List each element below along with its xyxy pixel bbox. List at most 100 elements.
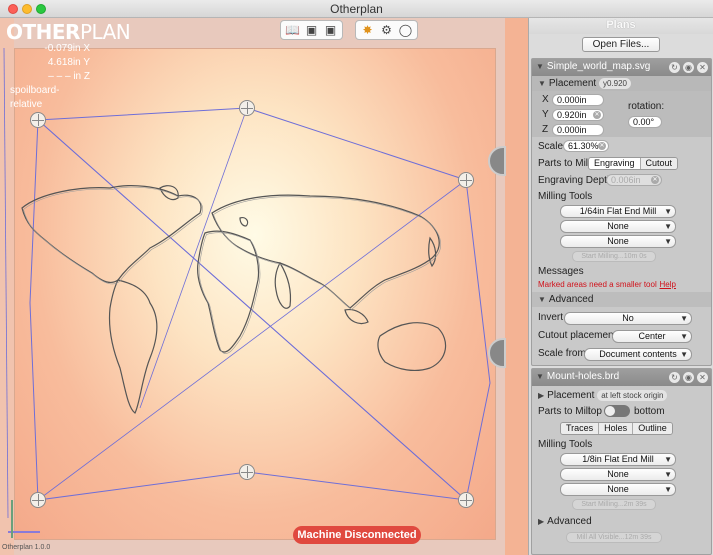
selection-diagonal-b	[37, 179, 467, 501]
milling-tools-label: Milling Tools	[538, 191, 593, 202]
scale-input[interactable]: 61.30% ✕	[563, 140, 609, 152]
anchor-handle-top-left[interactable]	[30, 112, 46, 128]
chevron-down-icon: ▼	[680, 350, 688, 359]
advanced-section[interactable]: ▼ Advanced	[532, 292, 711, 307]
tool-selects: 1/64in Flat End Mill ▼ None ▼ None ▼	[532, 204, 711, 250]
parts-row: Parts to Mill Engraving Cutout	[532, 156, 711, 171]
parts-selector[interactable]: Traces Holes Outline	[560, 422, 673, 435]
parts-option-traces[interactable]: Traces	[561, 423, 600, 434]
toolbar-group-secondary: ✸ ⚙ ◯	[355, 20, 418, 40]
invert-select[interactable]: No ▼	[564, 312, 692, 325]
help-link[interactable]: Help	[660, 280, 676, 289]
plan-header[interactable]: ▼ Simple_world_map.svg ↻ ◉ ✕	[532, 59, 711, 76]
tool-selects: 1/8in Flat End Mill ▼ None ▼ None ▼	[532, 452, 711, 498]
parts-selector[interactable]: Engraving Cutout	[588, 157, 679, 170]
refresh-icon[interactable]: ↻	[669, 62, 680, 73]
tool-select-2[interactable]: None ▼	[560, 220, 676, 233]
chevron-down-icon: ▼	[680, 332, 688, 341]
eye-icon[interactable]: ◉	[683, 372, 694, 383]
expand-triangle-icon: ▼	[538, 295, 546, 304]
start-row: Start Milling...2m 39s	[532, 498, 711, 514]
chevron-down-icon: ▼	[664, 485, 672, 494]
engraving-depth-input[interactable]: 0.006in ✕	[606, 174, 662, 186]
milling-canvas[interactable]: OTHERPLAN -0.079in X 4.618in Y – – – in …	[0, 18, 528, 555]
open-book-icon[interactable]: 📖	[285, 23, 300, 38]
tool-select-3[interactable]: None ▼	[560, 235, 676, 248]
start-milling-button[interactable]: Start Milling...2m 39s	[572, 499, 656, 510]
bit-icon[interactable]: ✸	[360, 23, 375, 38]
clear-icon[interactable]: ✕	[651, 176, 659, 184]
placement-section[interactable]: ▼ Placement y0.920	[532, 76, 711, 91]
advanced-fields: Invert No ▼ Cutout placement Center ▼ Scal…	[532, 307, 711, 361]
palette-icon[interactable]: ◯	[398, 23, 413, 38]
readout-z: – – – in Z	[48, 71, 90, 82]
tools-icon[interactable]: ⚙	[379, 23, 394, 38]
cart-icon[interactable]: ▣	[304, 23, 319, 38]
anchor-handle-bottom-right[interactable]	[458, 492, 474, 508]
placement-badge: at left stock origin	[597, 390, 668, 401]
rotation-input[interactable]: 0.00°	[628, 116, 662, 128]
advanced-section[interactable]: ▶ Advanced	[532, 514, 711, 529]
chevron-down-icon: ▼	[664, 237, 672, 246]
box-icon[interactable]: ▣	[323, 23, 338, 38]
clear-icon[interactable]: ✕	[598, 142, 606, 150]
cutout-placement-select[interactable]: Center ▼	[612, 330, 692, 343]
clear-icon[interactable]: ✕	[593, 111, 601, 119]
side-toggle[interactable]	[604, 405, 630, 417]
mill-all-row: Mill All Visible...12m 39s	[532, 529, 711, 545]
messages-label: Messages	[538, 266, 584, 277]
parts-option-cutout[interactable]: Cutout	[640, 158, 678, 169]
machine-status-badge[interactable]: Machine Disconnected	[293, 526, 421, 544]
plan-header[interactable]: ▼ Mount-holes.brd ↻ ◉ ✕	[532, 369, 711, 386]
expand-triangle-icon: ▶	[538, 391, 545, 400]
world-map-engraving	[21, 185, 447, 414]
window-title: Otherplan	[330, 2, 383, 16]
placement-row[interactable]: ▶ Placement at left stock origin	[532, 388, 711, 403]
chevron-down-icon: ▼	[664, 455, 672, 464]
start-row: Start Milling...10m 0s	[532, 250, 711, 264]
tool-select-1[interactable]: 1/8in Flat End Mill ▼	[560, 453, 676, 466]
tool-select-2[interactable]: None ▼	[560, 468, 676, 481]
anchor-handle-bottom[interactable]	[239, 464, 255, 480]
open-files-button[interactable]: Open Files...	[582, 37, 660, 52]
mill-all-visible-button[interactable]: Mill All Visible...12m 39s	[566, 532, 662, 543]
parts-row: Traces Holes Outline	[532, 419, 711, 437]
x-input[interactable]: 0.000in	[552, 94, 604, 106]
scale-row: Scale 61.30% ✕	[532, 139, 711, 154]
collapse-triangle-icon[interactable]: ▼	[536, 59, 544, 75]
tool-select-1[interactable]: 1/64in Flat End Mill ▼	[560, 205, 676, 218]
expand-triangle-icon: ▶	[538, 517, 545, 526]
placement-fields: X 0.000in Y 0.920in ✕ Z 0.000in rotation:…	[532, 91, 711, 137]
refresh-icon[interactable]: ↻	[669, 372, 680, 383]
parts-option-outline[interactable]: Outline	[633, 423, 672, 434]
anchor-handle-top[interactable]	[239, 100, 255, 116]
placement-badge: y0.920	[598, 78, 631, 89]
plan-card-mount-holes: ▼ Mount-holes.brd ↻ ◉ ✕ ▶ Placement at lef…	[531, 368, 712, 555]
position-readout: -0.079in X 4.618in Y – – – in Z spoilboa…	[10, 42, 90, 112]
chevron-down-icon: ▼	[664, 207, 672, 216]
message-row: Marked areas need a smaller tool Help	[532, 279, 711, 290]
close-icon[interactable]: ✕	[697, 62, 708, 73]
toolbar-group-primary: 📖 ▣ ▣	[280, 20, 343, 40]
view-toolbar: 📖 ▣ ▣ ✸ ⚙ ◯	[280, 20, 418, 40]
anchor-handle-bottom-left[interactable]	[30, 492, 46, 508]
parts-option-engraving[interactable]: Engraving	[589, 158, 641, 169]
version-label: Otherplan 1.0.0	[2, 544, 51, 551]
collapse-triangle-icon[interactable]: ▼	[536, 369, 544, 385]
tool-select-3[interactable]: None ▼	[560, 483, 676, 496]
cutout-placement-label: Cutout placement	[538, 330, 617, 341]
world-map-engraving-inner	[23, 186, 441, 354]
expand-triangle-icon: ▼	[538, 79, 546, 88]
anchor-handle-top-right[interactable]	[458, 172, 474, 188]
plan-file-name: Simple_world_map.svg	[546, 61, 651, 72]
parts-option-holes[interactable]: Holes	[599, 423, 634, 434]
scale-from-select[interactable]: Document contents ▼	[584, 348, 692, 361]
chevron-down-icon: ▼	[680, 314, 688, 323]
eye-icon[interactable]: ◉	[683, 62, 694, 73]
close-icon[interactable]: ✕	[697, 372, 708, 383]
y-input[interactable]: 0.920in ✕	[552, 109, 604, 121]
z-input[interactable]: 0.000in	[552, 124, 604, 136]
rotation-label: rotation:	[628, 101, 665, 112]
start-milling-button[interactable]: Start Milling...10m 0s	[572, 251, 656, 262]
message-text: Marked areas need a smaller tool	[538, 280, 657, 289]
